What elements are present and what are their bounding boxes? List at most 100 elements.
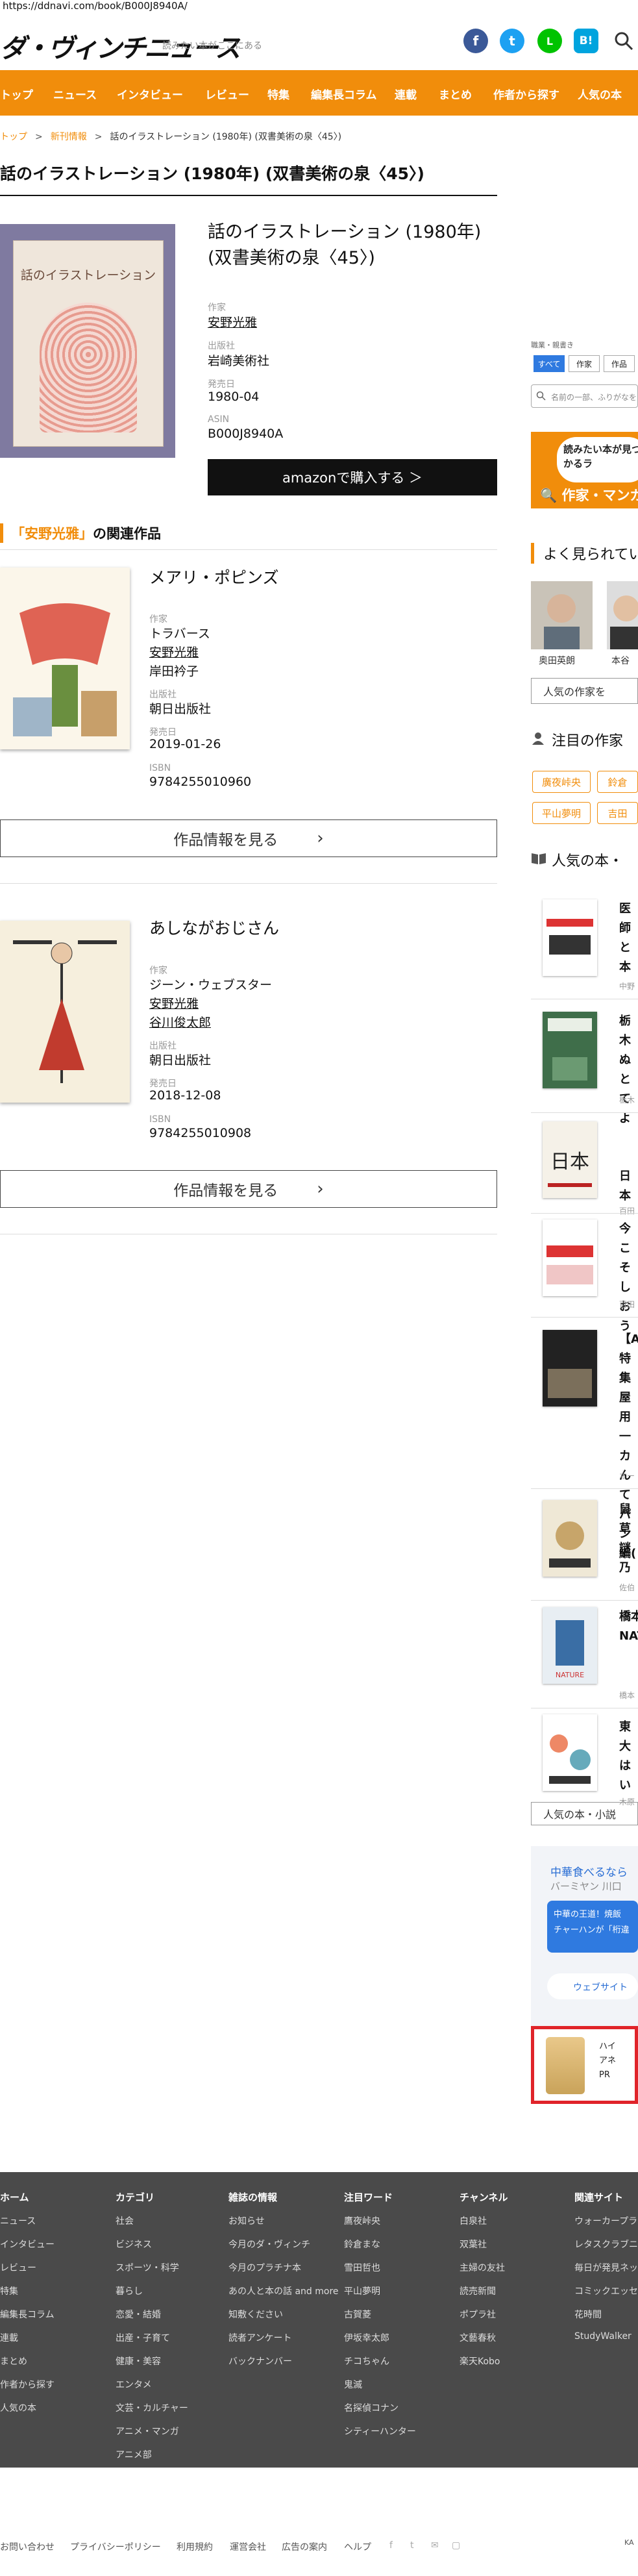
author-link[interactable]: 安野光雅 [208,313,257,331]
ranking-title-3[interactable]: 日本 [619,1167,638,1206]
ranking-title-1[interactable]: 医師と本 [619,899,638,977]
ranking-title-4[interactable]: 今こ そし おう [619,1219,638,1336]
footer-link[interactable]: 今月のプラチナ本 [228,2261,301,2274]
footer-company[interactable]: 運営会社 [230,2540,266,2553]
facebook-icon[interactable]: f [463,29,488,53]
footer-link[interactable]: ビジネス [116,2238,152,2251]
footer-line-icon[interactable]: ▢ [452,2540,460,2551]
footer-help[interactable]: ヘルプ [344,2540,371,2553]
footer-link[interactable]: シティーハンター [344,2425,416,2438]
footer-link[interactable]: 読売新聞 [460,2284,496,2297]
nav-review[interactable]: レビュー [205,86,249,102]
breadcrumb-home[interactable]: トップ [0,132,27,142]
footer-link[interactable]: 花時間 [574,2308,602,2321]
related-1-author-2[interactable]: 安野光雅 [149,643,199,660]
line-icon[interactable]: L [537,29,562,53]
sidebar-tab-all[interactable]: すべて [534,355,565,372]
footer-link[interactable]: 伊坂幸太郎 [344,2331,389,2344]
ranking-cover-3[interactable]: 日本 [543,1121,597,1198]
nav-popular-books[interactable]: 人気の本 [578,86,622,102]
footer-link[interactable]: 人気の本 [0,2401,36,2414]
ranking-cover-2[interactable] [543,1012,597,1088]
footer-link[interactable]: 平山夢明 [344,2284,380,2297]
related-2-more-button[interactable]: 作品情報を見る › [0,1170,497,1208]
chip-author-1[interactable]: 廣夜峠央 [532,771,591,793]
footer-link[interactable]: 鷹夜峠央 [344,2214,380,2227]
related-2-author-3[interactable]: 谷川俊太郎 [149,1013,211,1031]
related-2-author-2[interactable]: 安野光雅 [149,994,199,1012]
chip-author-3[interactable]: 平山夢明 [532,802,591,824]
footer-link[interactable]: 読者アンケート [228,2331,291,2344]
footer-link[interactable]: 雪田哲也 [344,2261,380,2274]
footer-col-heading[interactable]: 雑誌の情報 [228,2190,277,2204]
footer-link[interactable]: 連載 [0,2331,18,2344]
nav-find-author[interactable]: 作者から探す [493,86,559,102]
amazon-buy-button[interactable]: amazonで購入する ＞ [208,459,497,495]
footer-col-heading[interactable]: 注目ワード [344,2190,393,2204]
footer-link[interactable]: 名探偵コナン [344,2401,399,2414]
footer-link[interactable]: 暮らし [116,2284,143,2297]
nav-top[interactable]: トップ [0,86,33,102]
footer-link[interactable]: 社会 [116,2214,134,2227]
footer-link[interactable]: 双葉社 [460,2238,487,2251]
footer-link[interactable]: コミックエッセ [574,2284,638,2297]
footer-link[interactable]: 編集長コラム [0,2308,55,2321]
footer-link[interactable]: 今月のダ・ヴィンチ [228,2238,310,2251]
footer-link[interactable]: 文藝春秋 [460,2331,496,2344]
footer-link[interactable]: レタスクラブニ [574,2238,638,2251]
author-name-1[interactable]: 奥田英朗 [539,654,575,667]
footer-link[interactable]: 楽天Kobo [460,2355,500,2368]
footer-privacy[interactable]: プライバシーポリシー [70,2540,161,2553]
footer-link[interactable]: 白泉社 [460,2214,487,2227]
footer-terms[interactable]: 利用規約 [177,2540,213,2553]
nav-editor-column[interactable]: 編集長コラム [311,86,377,102]
related-title-2[interactable]: あしながおじさん [149,916,279,939]
ranking-cover-7[interactable]: NATURE [543,1607,597,1684]
sidebar-tab-work[interactable]: 作品 [604,355,635,372]
footer-col-heading[interactable]: カテゴリ [116,2190,154,2204]
ranking-title-6[interactable]: 鼠草 謎乃 [619,1500,638,1578]
breadcrumb-category[interactable]: 新刊情報 [51,132,87,142]
footer-link[interactable]: アニメ部 [116,2448,152,2461]
footer-link[interactable]: 恋愛・結婚 [116,2308,161,2321]
nav-serial[interactable]: 連載 [395,86,417,102]
chip-author-4[interactable]: 吉田 [597,802,638,824]
footer-link[interactable]: 主婦の友社 [460,2261,505,2274]
footer-link[interactable]: 健康・美容 [116,2355,161,2368]
sidebar-author-banner[interactable]: 読みたい本が見つかるラ 🔍 作家・マンガ [531,432,638,508]
footer-link[interactable]: 古賀菱 [344,2308,371,2321]
author-avatar-1[interactable] [531,581,593,649]
author-name-2[interactable]: 本谷 [611,654,630,667]
sidebar-tab-author[interactable]: 作家 [569,355,600,372]
chip-author-2[interactable]: 鈴倉 [597,771,638,793]
search-icon[interactable] [614,31,633,51]
ranking-cover-8[interactable] [543,1714,597,1791]
footer-col-heading[interactable]: ホーム [0,2190,29,2204]
nav-news[interactable]: ニュース [53,86,97,102]
related-cover-daddy-long-legs[interactable] [0,921,130,1103]
nav-interview[interactable]: インタビュー [117,86,183,102]
footer-link[interactable]: インタビュー [0,2238,55,2251]
author-avatar-2[interactable] [607,581,638,649]
popular-books-button[interactable]: 人気の本・小説 [531,1802,638,1825]
ranking-title-8[interactable]: 東大 はい [619,1718,638,1795]
footer-link[interactable]: ニュース [0,2214,36,2227]
footer-link[interactable]: 文芸・カルチャー [116,2401,188,2414]
footer-link[interactable]: まとめ [0,2355,27,2368]
ranking-cover-1[interactable] [543,899,597,976]
ad-website-button[interactable]: ウェブサイト [547,1973,638,1999]
footer-link[interactable]: スポーツ・科学 [116,2261,179,2274]
footer-link[interactable]: ポプラ社 [460,2308,496,2321]
footer-link[interactable]: お知らせ [228,2214,265,2227]
footer-ads[interactable]: 広告の案内 [282,2540,327,2553]
nav-matome[interactable]: まとめ [439,86,472,102]
footer-link[interactable]: StudyWalker [574,2331,632,2342]
twitter-icon[interactable]: t [500,29,524,53]
footer-link[interactable]: バックナンバー [228,2355,292,2368]
footer-link[interactable]: あの人と本の話 and more [228,2284,339,2297]
footer-link[interactable]: 鬼滅 [344,2378,362,2391]
footer-link[interactable]: ウォーカープラ [574,2214,637,2227]
footer-link[interactable]: チコちゃん [344,2355,389,2368]
footer-link[interactable]: レビュー [0,2261,36,2274]
footer-link[interactable]: 作者から探す [0,2378,55,2391]
